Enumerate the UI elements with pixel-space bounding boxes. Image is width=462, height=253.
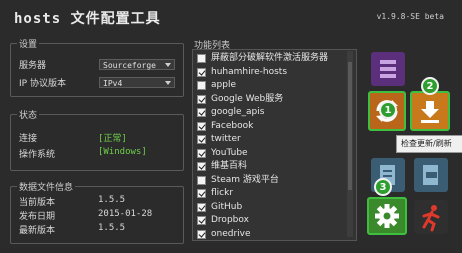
exit-button[interactable] [414,200,448,234]
current-version-label: 当前版本 [19,198,56,208]
function-item-label: Google Web服务 [211,93,284,104]
list-icon [380,60,396,78]
function-list[interactable]: 屏蔽部分破解软件激活服务器 huhamhire-hosts apple Google … [192,49,357,241]
function-item-label: Dropbox [211,215,249,225]
release-date-value: 2015-01-28 [98,209,153,219]
function-item-label: GitHub [211,201,243,212]
function-item-label: YouTube [211,147,248,158]
function-item-label: apple [211,80,236,90]
app-version: v1.9.8-SE beta [376,12,444,21]
checkbox[interactable] [197,216,206,225]
function-item-label: Steam 游戏平台 [211,174,279,185]
export-button[interactable] [414,158,448,192]
chevron-down-icon [165,81,171,85]
checkbox[interactable] [197,148,206,158]
gear-icon [375,204,399,228]
function-item-label: Facebook [211,120,254,131]
settings-button[interactable] [367,197,407,235]
function-item-label: 屏蔽部分破解软件激活服务器 [211,53,329,63]
checkbox[interactable] [197,189,206,198]
checkbox[interactable] [197,229,206,239]
latest-version-label: 最新版本 [19,226,56,236]
checkbox[interactable] [197,202,206,212]
annotation-badge-3: 3 [374,178,392,196]
ip-version-select[interactable]: IPv4 [99,77,175,88]
function-item-label: twitter [211,134,241,144]
function-item-label: 维基百科 [211,161,248,171]
download-update-button[interactable] [410,91,450,131]
checkbox[interactable] [197,162,206,171]
chevron-down-icon [165,63,171,67]
app-title: hosts 文件配置工具 [14,11,161,27]
ip-version-label: IP 协议版本 [19,79,66,89]
export-file-icon [423,165,438,185]
connection-status: [正常] [98,134,127,144]
checkbox[interactable] [197,67,206,77]
checkbox[interactable] [197,135,206,144]
annotation-badge-1: 1 [379,101,397,119]
checkbox[interactable] [197,108,206,117]
server-label: 服务器 [19,61,47,71]
function-item-label: flickr [211,188,234,198]
function-item-label: google_apis [211,107,265,117]
server-select[interactable]: Sourceforge [99,59,175,70]
settings-group-title: 设置 [17,37,40,50]
checkbox[interactable] [197,94,206,104]
os-value: [Windows] [98,147,147,157]
ip-version-select-value: IPv4 [103,79,123,88]
latest-version-value: 1.5.5 [98,223,126,233]
annotation-badge-2: 2 [421,77,439,95]
checkbox[interactable] [197,175,206,185]
update-tooltip: 检查更新/刷新 [396,135,462,153]
connection-label: 连接 [19,134,38,144]
function-item-label: onedrive [211,228,251,239]
server-select-value: Sourceforge [103,61,156,70]
status-group-title: 状态 [17,108,40,121]
list-view-button[interactable] [371,52,405,86]
scrollbar-thumb[interactable] [348,62,352,190]
checkbox[interactable] [197,121,206,131]
download-icon [421,101,439,123]
checkbox[interactable] [197,54,206,63]
os-label: 操作系统 [19,150,56,160]
function-item-label: huhamhire-hosts [211,66,288,77]
release-date-label: 发布日期 [19,212,56,222]
datafile-group-title: 数据文件信息 [17,180,76,193]
checkbox[interactable] [197,81,206,90]
current-version-value: 1.5.5 [98,195,126,205]
running-man-icon [422,205,440,232]
